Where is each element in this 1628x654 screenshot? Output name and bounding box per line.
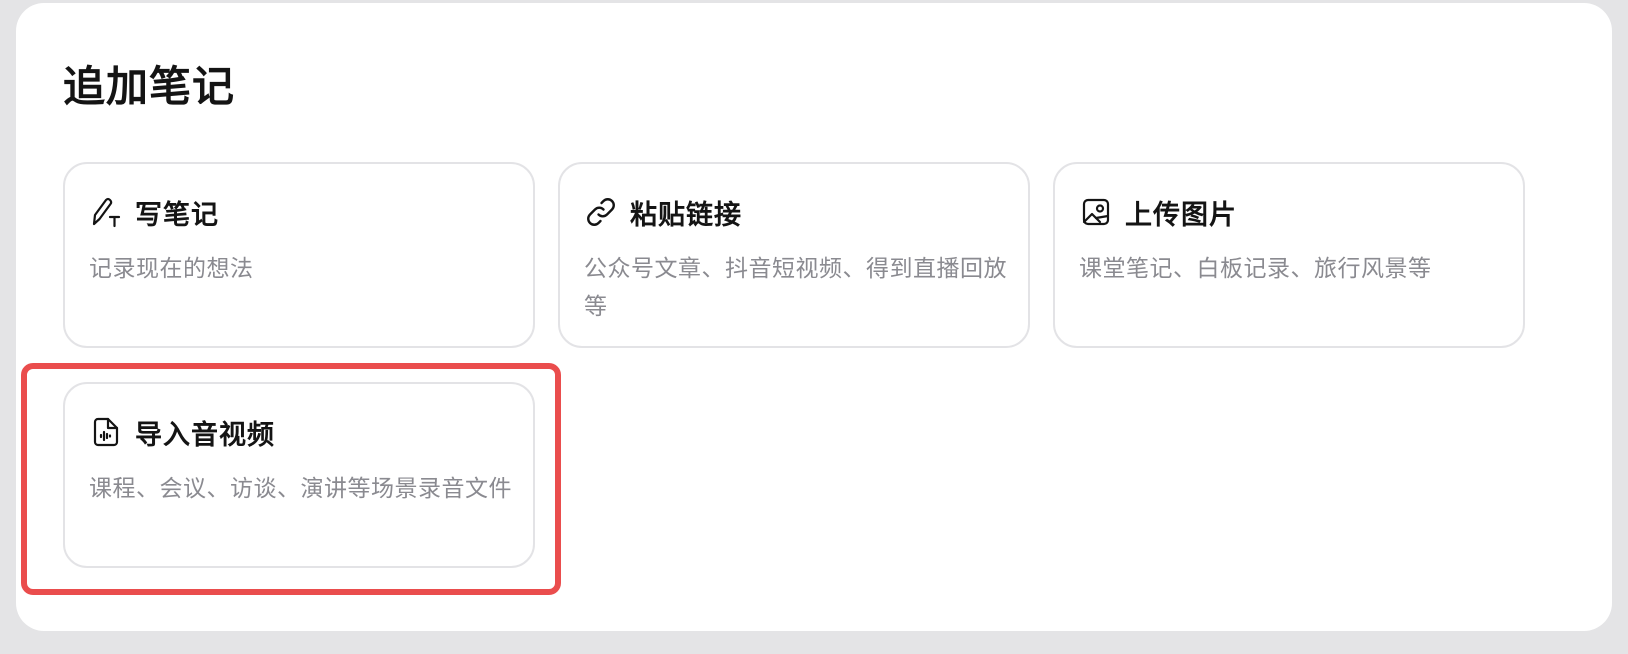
card-description: 课程、会议、访谈、演讲等场景录音文件: [89, 476, 512, 502]
card-header: 写笔记: [89, 192, 219, 232]
card-header: 上传图片: [1079, 192, 1237, 232]
card-title: 粘贴链接: [630, 199, 742, 231]
card-description: 公众号文章、抖音短视频、得到直播回放等: [584, 256, 1007, 320]
card-header: 导入音视频: [89, 412, 275, 452]
card-description: 课堂笔记、白板记录、旅行风景等: [1079, 256, 1432, 282]
paste-link-card[interactable]: 粘贴链接 公众号文章、抖音短视频、得到直播回放等: [558, 162, 1030, 348]
upload-image-card[interactable]: 上传图片 课堂笔记、白板记录、旅行风景等: [1053, 162, 1525, 348]
import-audio-video-card[interactable]: 导入音视频 课程、会议、访谈、演讲等场景录音文件: [63, 382, 535, 568]
add-note-dialog: 追加笔记 写笔记 记录现在的想法 粘贴链接 公众号文章、抖音短视频、得到直播回放…: [16, 3, 1612, 631]
card-title: 导入音视频: [135, 419, 275, 451]
card-description: 记录现在的想法: [89, 256, 254, 282]
card-title: 上传图片: [1125, 199, 1237, 231]
audio-file-icon: [89, 415, 123, 449]
link-icon: [584, 195, 618, 229]
card-title: 写笔记: [135, 199, 219, 231]
pen-text-icon: [89, 195, 123, 229]
dialog-title: 追加笔记: [63, 62, 236, 111]
write-note-card[interactable]: 写笔记 记录现在的想法: [63, 162, 535, 348]
image-icon: [1079, 195, 1113, 229]
card-header: 粘贴链接: [584, 192, 742, 232]
